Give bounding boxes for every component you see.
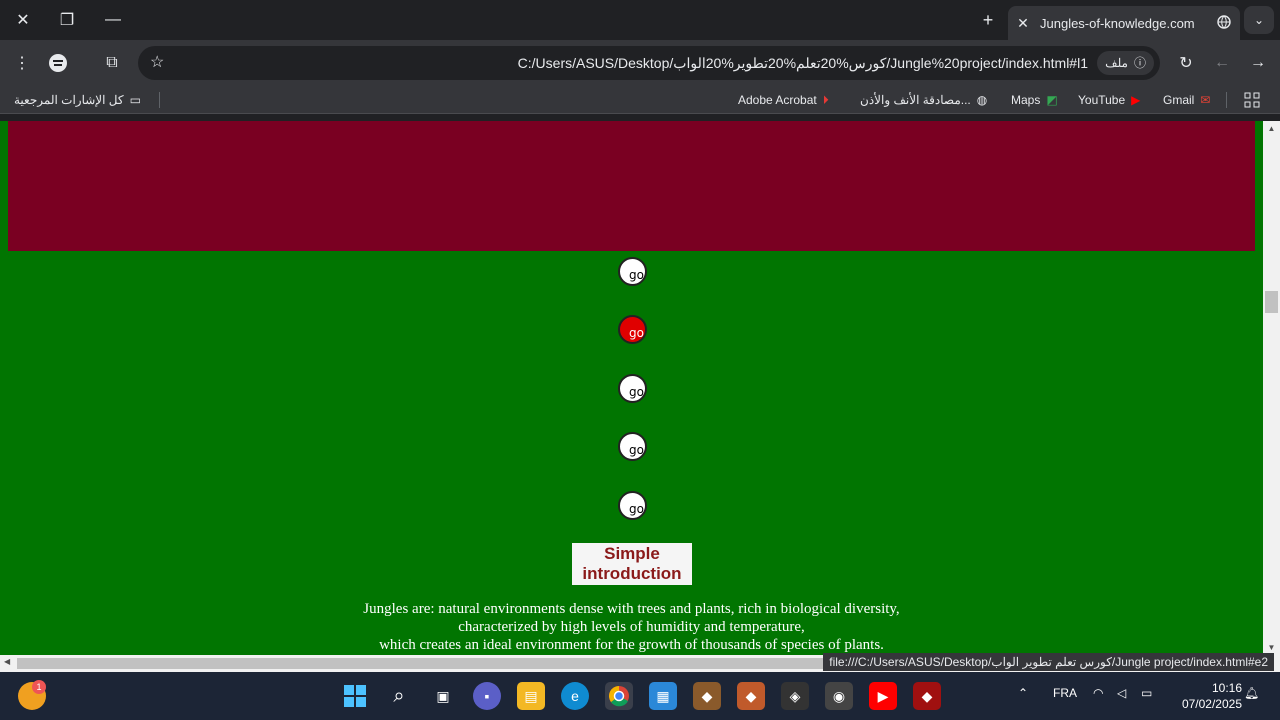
all-bookmarks-button[interactable]: كل الإشارات المرجعية ▭ — [14, 90, 141, 110]
browser-titlebar: ✕ ❐ — + ✕ Jungles-of-knowledge.com ⌄ — [0, 0, 1280, 40]
game-app-icon[interactable]: ◉ — [825, 682, 853, 710]
bookmark-maps[interactable]: Maps ◩ — [1011, 90, 1058, 110]
close-window-icon[interactable]: ✕ — [0, 0, 46, 40]
bookmarks-divider — [1226, 92, 1227, 108]
game-app-icon[interactable]: ◈ — [781, 682, 809, 710]
info-icon: ⓘ — [1133, 56, 1146, 70]
bookmark-label: Maps — [1011, 93, 1041, 107]
game-app-icon[interactable]: ◆ — [693, 682, 721, 710]
tab-search-icon[interactable]: ⌄ — [1244, 6, 1274, 34]
battery-icon[interactable]: ▭ — [1141, 686, 1152, 700]
bookmark-label: YouTube — [1078, 93, 1126, 107]
header-banner — [8, 121, 1255, 251]
start-windows-icon[interactable] — [341, 682, 369, 710]
nav-dot-2-active[interactable]: go — [618, 315, 647, 344]
site-info-label: ملف — [1105, 56, 1128, 70]
tab-title: Jungles-of-knowledge.com — [1040, 15, 1195, 31]
url-text[interactable]: C:/Users/ASUS/Desktop/كورس%20تعلم%20تطوي… — [518, 46, 1088, 80]
intro-line: Jungles are: natural environments dense … — [363, 601, 900, 617]
nav-dot-label: go — [629, 443, 644, 457]
intro-line: which creates an ideal environment for t… — [379, 637, 884, 653]
bookmark-label: Adobe Acrobat — [738, 93, 817, 107]
scroll-left-icon[interactable]: ◀ — [4, 657, 10, 666]
chrome-browser-icon[interactable] — [605, 682, 633, 710]
youtube-icon: ▶ — [1131, 93, 1141, 107]
volume-icon[interactable]: ◁ — [1117, 686, 1126, 700]
nav-dot-5[interactable]: go — [618, 491, 647, 520]
new-tab-button[interactable]: + — [972, 8, 1004, 32]
extensions-icon[interactable]: ⧉ — [96, 47, 128, 79]
scroll-up-icon[interactable]: ▲ — [1263, 124, 1280, 133]
intro-paragraph: Jungles are: natural environments dense … — [0, 600, 1263, 654]
restore-window-icon[interactable]: ❐ — [44, 0, 90, 40]
nav-dot-label: go — [629, 502, 644, 516]
intro-heading: Simple introduction — [572, 543, 692, 585]
status-bar-url: file:///C:/Users/ASUS/Desktop/كورس تعلم … — [823, 653, 1274, 671]
wifi-icon[interactable]: ◠ — [1093, 686, 1103, 700]
scroll-down-icon[interactable]: ▼ — [1263, 643, 1280, 652]
page-viewport: go go go go go Simple introduction Jungl… — [0, 121, 1263, 655]
nav-dot-label: go — [629, 268, 644, 282]
edge-browser-icon[interactable]: e — [561, 682, 589, 710]
active-tab[interactable]: ✕ Jungles-of-knowledge.com — [1008, 6, 1240, 40]
reload-icon[interactable]: ↻ — [1170, 47, 1202, 79]
clock-time: 10:16 — [1211, 681, 1242, 695]
game-app-icon[interactable]: ◆ — [737, 682, 765, 710]
back-arrow-icon[interactable]: ← — [1206, 47, 1238, 79]
profile-avatar-icon[interactable] — [42, 47, 74, 79]
task-view-icon[interactable]: ▣ — [429, 682, 457, 710]
nav-dot-4[interactable]: go — [618, 432, 647, 461]
clock-date: 07/02/2025 — [1181, 697, 1242, 711]
bookmarks-divider — [159, 92, 160, 108]
intro-line: characterized by high levels of humidity… — [458, 619, 805, 635]
vertical-scroll-thumb[interactable] — [1265, 291, 1278, 313]
bookmark-gmail[interactable]: Gmail ✉ — [1163, 90, 1210, 110]
tab-close-icon[interactable]: ✕ — [1008, 15, 1038, 32]
store-icon[interactable]: ▦ — [649, 682, 677, 710]
file-explorer-icon[interactable]: ▤ — [517, 682, 545, 710]
maps-icon: ◩ — [1046, 93, 1058, 107]
apps-grid-icon[interactable] — [1244, 90, 1260, 110]
bookmark-globe[interactable]: مصادقة الأنف والأذن... ◍ — [860, 90, 987, 110]
weather-badge: 1 — [32, 680, 46, 694]
bookmarks-bar: كل الإشارات المرجعية ▭ Adobe Acrobat ⏵ م… — [0, 86, 1280, 114]
nav-dot-1[interactable]: go — [618, 257, 647, 286]
bookmark-label: مصادقة الأنف والأذن... — [860, 93, 971, 107]
gmail-icon: ✉ — [1200, 93, 1211, 107]
address-bar[interactable]: ☆ C:/Users/ASUS/Desktop/كورس%20تعلم%20تط… — [138, 46, 1160, 80]
tray-overflow-icon[interactable]: ⌃ — [1018, 686, 1028, 700]
nav-dot-label: go — [629, 326, 644, 340]
nav-dot-label: go — [629, 385, 644, 399]
language-indicator[interactable]: FRA — [1053, 686, 1077, 700]
youtube-app-icon[interactable]: ▶ — [869, 682, 897, 710]
forward-arrow-icon[interactable]: → — [1242, 47, 1274, 79]
clock[interactable]: 10:16 07/02/2025 — [1172, 680, 1242, 712]
notification-bell-icon[interactable]: 🔔︎ — [1244, 686, 1259, 700]
vertical-scrollbar[interactable]: ▲ ▼ — [1263, 121, 1280, 655]
minimize-window-icon[interactable]: — — [90, 0, 136, 40]
windows-taskbar: 1 ⌕ ▣ ▪ ▤ e ▦ ◆ ◆ ◈ ◉ ▶ ◆ ⌃ FRA ◠ ◁ ▭ 10… — [0, 672, 1280, 720]
search-icon[interactable]: ⌕ — [385, 682, 413, 710]
bookmark-acrobat[interactable]: Adobe Acrobat ⏵ — [738, 90, 829, 110]
bookmark-label: Gmail — [1163, 93, 1195, 107]
teams-chat-icon[interactable]: ▪ — [473, 682, 501, 710]
browser-toolbar: ⋮ ⧉ ☆ C:/Users/ASUS/Desktop/كورس%20تعلم%… — [0, 40, 1280, 86]
menu-kebab-icon[interactable]: ⋮ — [6, 47, 38, 79]
folder-icon: ▭ — [129, 93, 141, 107]
globe-icon — [1208, 14, 1240, 32]
game-app-icon[interactable]: ◆ — [913, 682, 941, 710]
bookmark-star-icon[interactable]: ☆ — [150, 52, 164, 72]
all-bookmarks-label: كل الإشارات المرجعية — [14, 93, 124, 107]
nav-dot-3[interactable]: go — [618, 374, 647, 403]
globe-icon: ◍ — [976, 93, 988, 107]
acrobat-icon: ⏵ — [822, 93, 829, 107]
site-info-chip[interactable]: ملف ⓘ — [1097, 51, 1154, 75]
bookmark-youtube[interactable]: YouTube ▶ — [1078, 90, 1140, 110]
